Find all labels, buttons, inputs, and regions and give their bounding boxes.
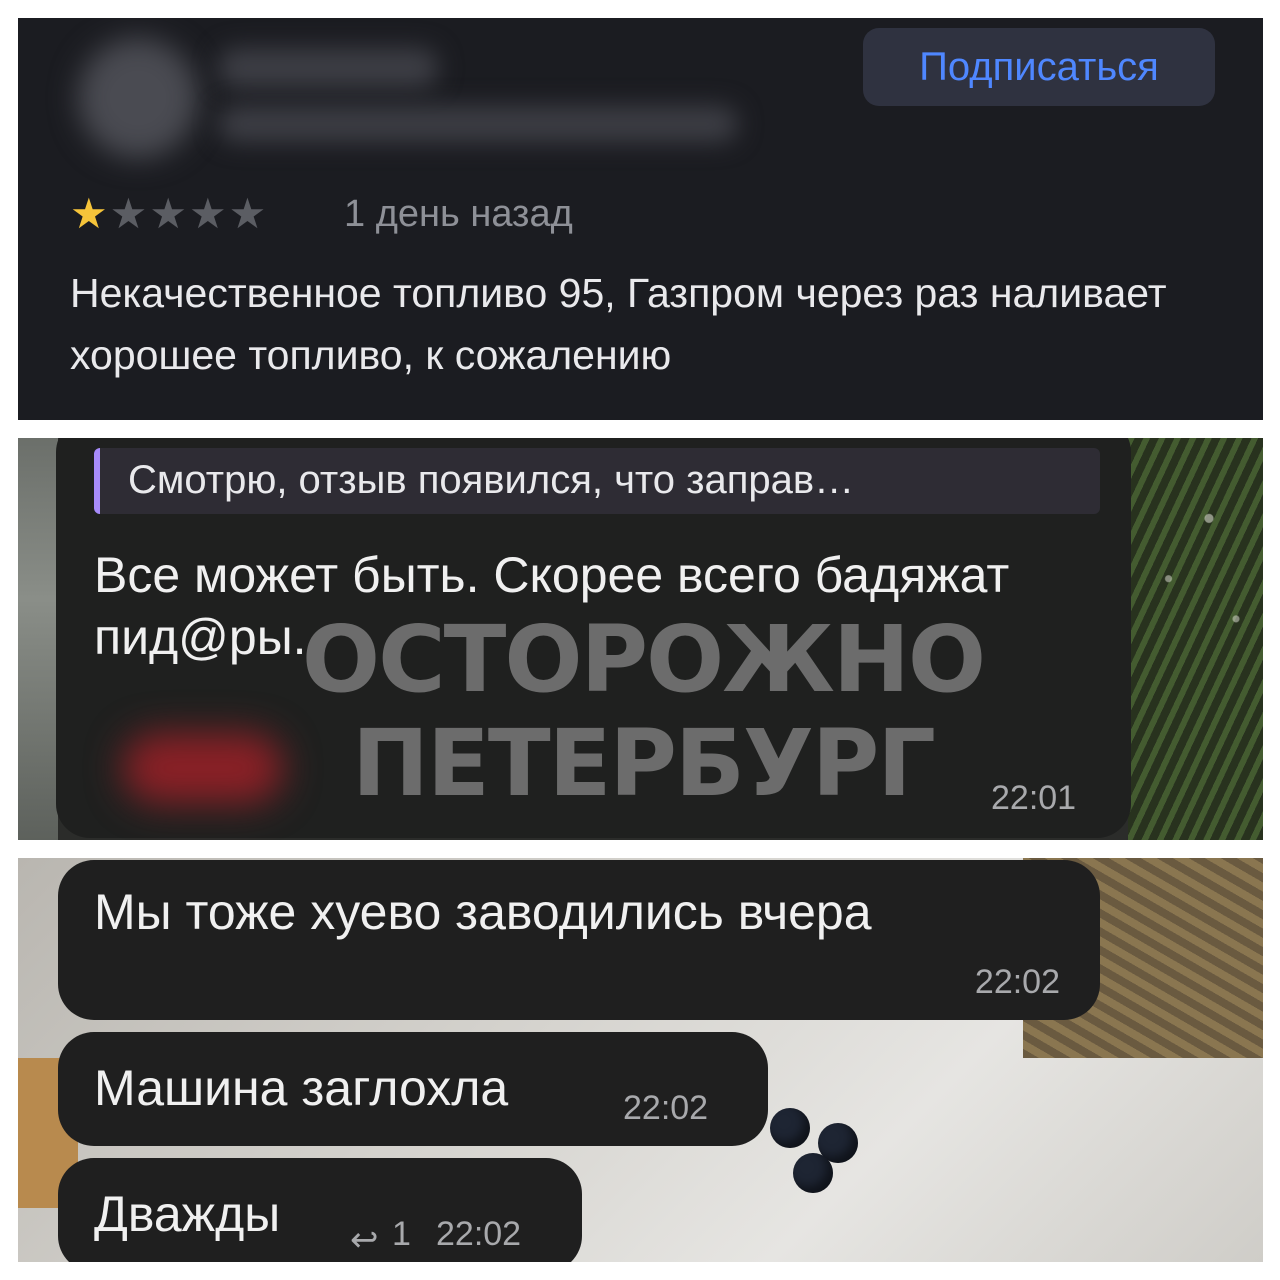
rating-stars: ★ ★ ★ ★ ★ [70, 190, 266, 238]
background-berry [793, 1153, 833, 1193]
background-berry [770, 1108, 810, 1148]
reply-preview[interactable]: Смотрю, отзыв появился, что заправ… [94, 448, 1100, 514]
review-text: Некачественное топливо 95, Газпром через… [70, 270, 1167, 378]
blurred-sender [123, 733, 283, 803]
chat-screenshot: Мы тоже хуево заводились вчера 22:02 Маш… [18, 858, 1263, 1262]
message-bubble[interactable]: Мы тоже хуево заводились вчера 22:02 [58, 860, 1100, 1020]
message-text: Мы тоже хуево заводились вчера [94, 884, 872, 940]
subscribe-button[interactable]: Подписаться [863, 28, 1215, 106]
message-time: 22:02 [623, 1089, 709, 1127]
message-time: 22:02 [974, 963, 1060, 1001]
quoted-message-screenshot: Смотрю, отзыв появился, что заправ… ОСТО… [18, 438, 1263, 840]
reply-preview-text: Смотрю, отзыв появился, что заправ… [128, 458, 855, 502]
blurred-author-info [218, 106, 738, 142]
reply-count[interactable]: 1 [392, 1214, 411, 1254]
message-bubble[interactable]: Машина заглохла 22:02 [58, 1032, 768, 1146]
star-empty-icon: ★ [109, 190, 148, 237]
star-empty-icon: ★ [188, 190, 227, 237]
star-empty-icon: ★ [149, 190, 187, 237]
message-text: Дважды [94, 1186, 281, 1242]
reply-arrow-icon[interactable]: ↩ [350, 1220, 379, 1260]
blurred-author-name [218, 48, 438, 88]
message-bubble[interactable]: Дважды ↩ 1 22:02 [58, 1158, 582, 1262]
watermark-line-2: ПЕТЕРБУРГ [352, 710, 936, 817]
blurred-avatar [78, 38, 198, 158]
background-photo [18, 438, 58, 840]
message-text: Все может быть. Скорее всего бадяжат пид… [94, 547, 1010, 665]
review-card: Подписаться ★ ★ ★ ★ ★ 1 день назад Некач… [18, 18, 1263, 420]
star-empty-icon: ★ [228, 190, 267, 237]
review-date: 1 день назад [344, 193, 573, 235]
background-photo-herbs [1128, 438, 1263, 840]
message-time: 22:01 [991, 779, 1077, 817]
star-filled-icon: ★ [70, 190, 108, 237]
message-text: Машина заглохла [94, 1060, 509, 1116]
subscribe-button-label: Подписаться [919, 44, 1159, 89]
message-time: 22:02 [436, 1215, 522, 1253]
